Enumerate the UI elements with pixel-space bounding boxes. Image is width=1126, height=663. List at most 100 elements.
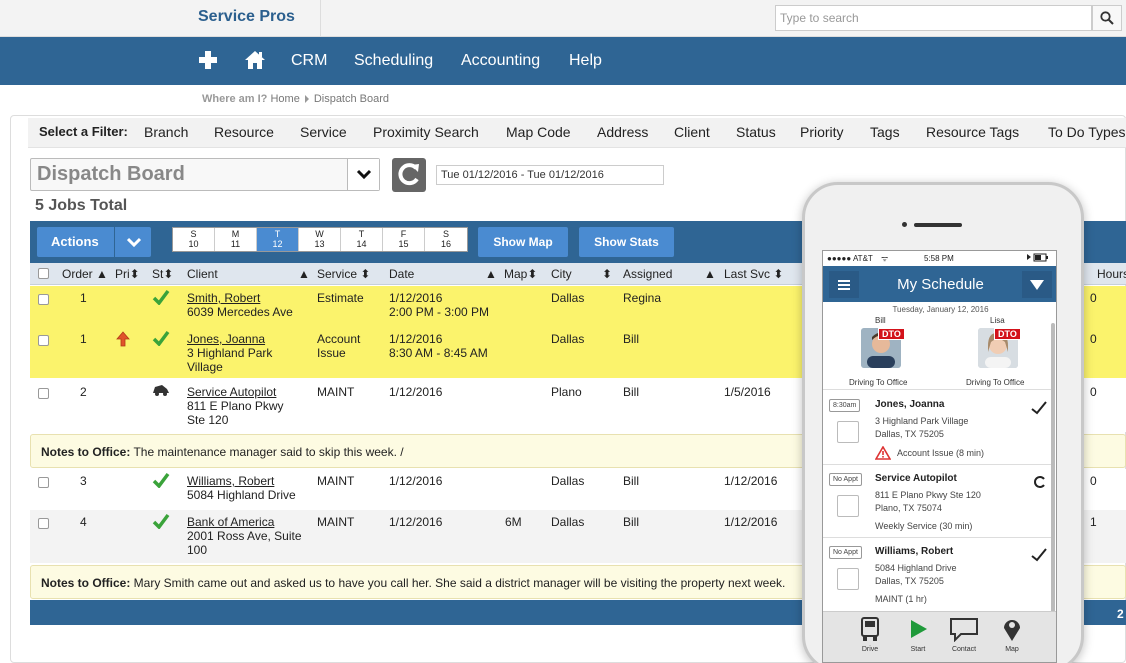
- col-date[interactable]: Date: [389, 267, 414, 281]
- board-select[interactable]: Dispatch Board: [30, 158, 380, 191]
- status-check-icon: [152, 513, 170, 532]
- col-order[interactable]: Order ▲: [62, 267, 108, 281]
- search-button[interactable]: [1092, 5, 1122, 31]
- schedule-job[interactable]: No Appt Williams, Robert 5084 Highland D…: [823, 537, 1051, 611]
- row-client[interactable]: Smith, Robert 6039 Mercedes Ave: [187, 291, 293, 319]
- day-button[interactable]: T 12: [257, 228, 299, 251]
- filter-service[interactable]: Service: [300, 124, 347, 140]
- col-pri[interactable]: Pri⬍: [115, 267, 140, 281]
- jobs-total: 5 Jobs Total: [35, 197, 128, 214]
- nav-scheduling[interactable]: Scheduling: [354, 52, 433, 70]
- day-button[interactable]: F 15: [383, 228, 425, 251]
- job-checkbox[interactable]: [837, 495, 859, 517]
- client-link[interactable]: Smith, Robert: [187, 291, 260, 305]
- board-select-value: Dispatch Board: [37, 163, 185, 185]
- sort-asc-icon[interactable]: ▲: [298, 267, 310, 281]
- nav-crm[interactable]: CRM: [291, 52, 327, 70]
- col-st[interactable]: St⬍: [152, 267, 173, 281]
- add-icon[interactable]: [198, 50, 218, 70]
- row-checkbox[interactable]: [38, 335, 49, 346]
- board-select-toggle[interactable]: [347, 159, 379, 190]
- client-link[interactable]: Jones, Joanna: [187, 332, 265, 346]
- filter-priority[interactable]: Priority: [800, 124, 844, 140]
- filter-proximity-search[interactable]: Proximity Search: [373, 124, 479, 140]
- schedule-job[interactable]: No Appt Service Autopilot 811 E Plano Pk…: [823, 464, 1051, 537]
- col-last-svc[interactable]: Last Svc ⬍: [724, 267, 783, 281]
- client-link[interactable]: Bank of America: [187, 515, 274, 529]
- row-checkbox[interactable]: [38, 518, 49, 529]
- select-all-checkbox[interactable]: [38, 268, 49, 279]
- home-icon[interactable]: [244, 50, 266, 70]
- actions-button[interactable]: Actions: [37, 227, 151, 257]
- brand-name[interactable]: Service Pros: [198, 8, 295, 26]
- filter-branch[interactable]: Branch: [144, 124, 188, 140]
- sort-icon[interactable]: ⬍: [602, 267, 612, 281]
- row-service: Account Issue: [317, 332, 360, 360]
- row-checkbox[interactable]: [38, 294, 49, 305]
- day-number: 12: [272, 239, 283, 249]
- row-checkbox[interactable]: [38, 477, 49, 488]
- breadcrumb-home[interactable]: Home: [270, 93, 299, 105]
- job-checkbox[interactable]: [837, 568, 859, 590]
- sort-icon: ⬍: [773, 267, 784, 281]
- sort-asc-icon[interactable]: ▲: [704, 267, 716, 281]
- day-button[interactable]: T 14: [341, 228, 383, 251]
- show-map-button[interactable]: Show Map: [478, 227, 568, 257]
- row-client[interactable]: Bank of America 2001 Ross Ave, Suite 100: [187, 515, 302, 557]
- row-client[interactable]: Jones, Joanna 3 Highland Park Village: [187, 332, 272, 374]
- job-time-tag: No Appt: [829, 473, 862, 486]
- col-client[interactable]: Client: [187, 267, 218, 281]
- filter-status[interactable]: Status: [736, 124, 776, 140]
- day-letter: T: [358, 229, 365, 239]
- col-hours[interactable]: Hours: [1097, 267, 1126, 281]
- job-checkbox[interactable]: [837, 421, 859, 443]
- filter-resource-tags[interactable]: Resource Tags: [926, 124, 1019, 140]
- refresh-button[interactable]: [392, 158, 426, 192]
- day-button[interactable]: S 16: [425, 228, 467, 251]
- show-stats-button[interactable]: Show Stats: [579, 227, 674, 257]
- tab-map[interactable]: Map: [989, 616, 1035, 653]
- day-button[interactable]: W 13: [299, 228, 341, 251]
- job-note: Account Issue (8 min): [897, 448, 985, 458]
- row-city: Dallas: [551, 291, 585, 305]
- row-hours: 0: [1090, 332, 1097, 346]
- filter-to-do-types[interactable]: To Do Types: [1048, 124, 1126, 140]
- client-link[interactable]: Williams, Robert: [187, 474, 274, 488]
- row-service: MAINT: [317, 385, 355, 399]
- day-button[interactable]: S 10: [173, 228, 215, 251]
- filter-tags[interactable]: Tags: [870, 124, 900, 140]
- client-address: 3 Highland Park: [187, 346, 273, 360]
- notes-text: Mary Smith came out and asked us to have…: [130, 576, 786, 590]
- chevron-down-icon[interactable]: [126, 237, 142, 247]
- filter-address[interactable]: Address: [597, 124, 648, 140]
- filter-client[interactable]: Client: [674, 124, 710, 140]
- col-order-label: Order: [62, 267, 93, 281]
- sort-asc-icon[interactable]: ▲: [485, 267, 497, 281]
- filter-map-code[interactable]: Map Code: [506, 124, 571, 140]
- schedule-dropdown-button[interactable]: [1022, 271, 1052, 298]
- search-input[interactable]: Type to search: [775, 5, 1092, 31]
- row-client[interactable]: Service Autopilot 811 E Plano Pkwy Ste 120: [187, 385, 284, 427]
- tab-start[interactable]: Start: [895, 616, 941, 653]
- main-nav: CRM Scheduling Accounting Help: [0, 37, 1126, 85]
- row-client[interactable]: Williams, Robert 5084 Highland Drive: [187, 474, 296, 502]
- client-address: Village: [187, 360, 223, 374]
- tab-drive[interactable]: Drive: [847, 616, 893, 653]
- scrollbar[interactable]: [1051, 323, 1055, 623]
- col-city[interactable]: City: [551, 267, 572, 281]
- filter-resource[interactable]: Resource: [214, 124, 274, 140]
- nav-accounting[interactable]: Accounting: [461, 52, 540, 70]
- nav-help[interactable]: Help: [569, 52, 602, 70]
- notes-label: Notes to Office:: [41, 445, 131, 459]
- date-range-field[interactable]: Tue 01/12/2016 - Tue 01/12/2016: [436, 165, 664, 185]
- col-assigned[interactable]: Assigned: [623, 267, 672, 281]
- client-link[interactable]: Service Autopilot: [187, 385, 276, 399]
- col-map[interactable]: Map⬍: [504, 267, 537, 281]
- schedule-job[interactable]: 8:30am Jones, Joanna 3 Highland Park Vil…: [823, 389, 1051, 464]
- tab-contact[interactable]: Contact: [941, 616, 987, 653]
- job-address: 811 E Plano Pkwy Ste 120: [875, 490, 981, 500]
- notes-label: Notes to Office:: [41, 576, 131, 590]
- day-button[interactable]: M 11: [215, 228, 257, 251]
- col-service[interactable]: Service ⬍: [317, 267, 370, 281]
- row-checkbox[interactable]: [38, 388, 49, 399]
